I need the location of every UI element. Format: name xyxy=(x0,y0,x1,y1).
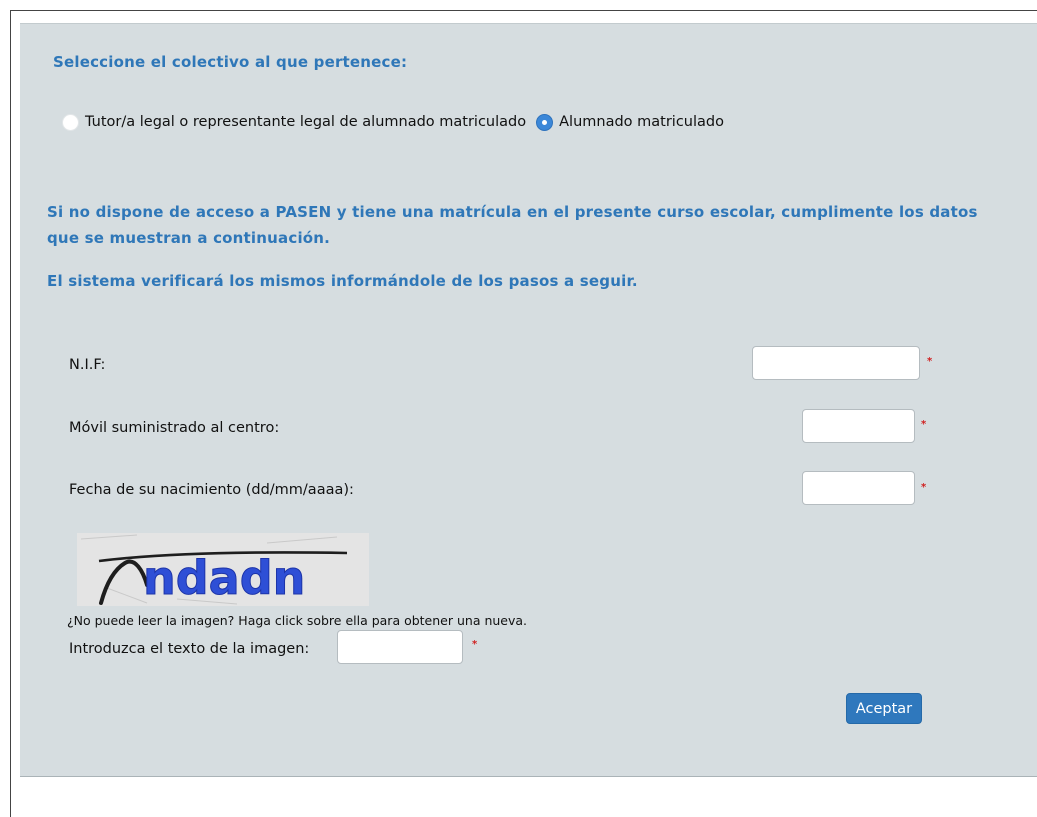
nif-input[interactable] xyxy=(752,346,920,380)
radio-tutor-label[interactable]: Tutor/a legal o representante legal de a… xyxy=(85,114,526,130)
info-text-2: El sistema verificará los mismos informá… xyxy=(47,272,638,290)
captcha-text: ndadn xyxy=(143,551,305,605)
accept-button[interactable]: Aceptar xyxy=(846,693,922,724)
nif-required-mark: * xyxy=(927,356,933,367)
movil-input[interactable] xyxy=(802,409,915,443)
captcha-refresh-note: ¿No puede leer la imagen? Haga click sob… xyxy=(67,613,528,628)
movil-label: Móvil suministrado al centro: xyxy=(69,420,280,436)
form-panel: Seleccione el colectivo al que pertenece… xyxy=(20,23,1037,777)
fecha-input[interactable] xyxy=(802,471,915,505)
fecha-required-mark: * xyxy=(921,482,927,493)
radio-alumnado[interactable] xyxy=(536,113,554,131)
info-text-1: Si no dispone de acceso a PASEN y tiene … xyxy=(47,203,978,247)
captcha-required-mark: * xyxy=(472,639,478,650)
nif-label: N.I.F: xyxy=(69,357,106,373)
movil-required-mark: * xyxy=(921,419,927,430)
group-heading: Seleccione el colectivo al que pertenece… xyxy=(53,53,408,71)
captcha-image[interactable]: ndadn xyxy=(77,533,369,606)
radio-alumnado-label[interactable]: Alumnado matriculado xyxy=(559,114,724,130)
captcha-graphic: ndadn xyxy=(77,533,369,606)
captcha-label: Introduzca el texto de la imagen: xyxy=(69,641,310,657)
group-radio-row: Tutor/a legal o representante legal de a… xyxy=(62,111,734,133)
captcha-input[interactable] xyxy=(337,630,463,664)
fecha-label: Fecha de su nacimiento (dd/mm/aaaa): xyxy=(69,482,354,498)
radio-tutor[interactable] xyxy=(62,113,79,131)
